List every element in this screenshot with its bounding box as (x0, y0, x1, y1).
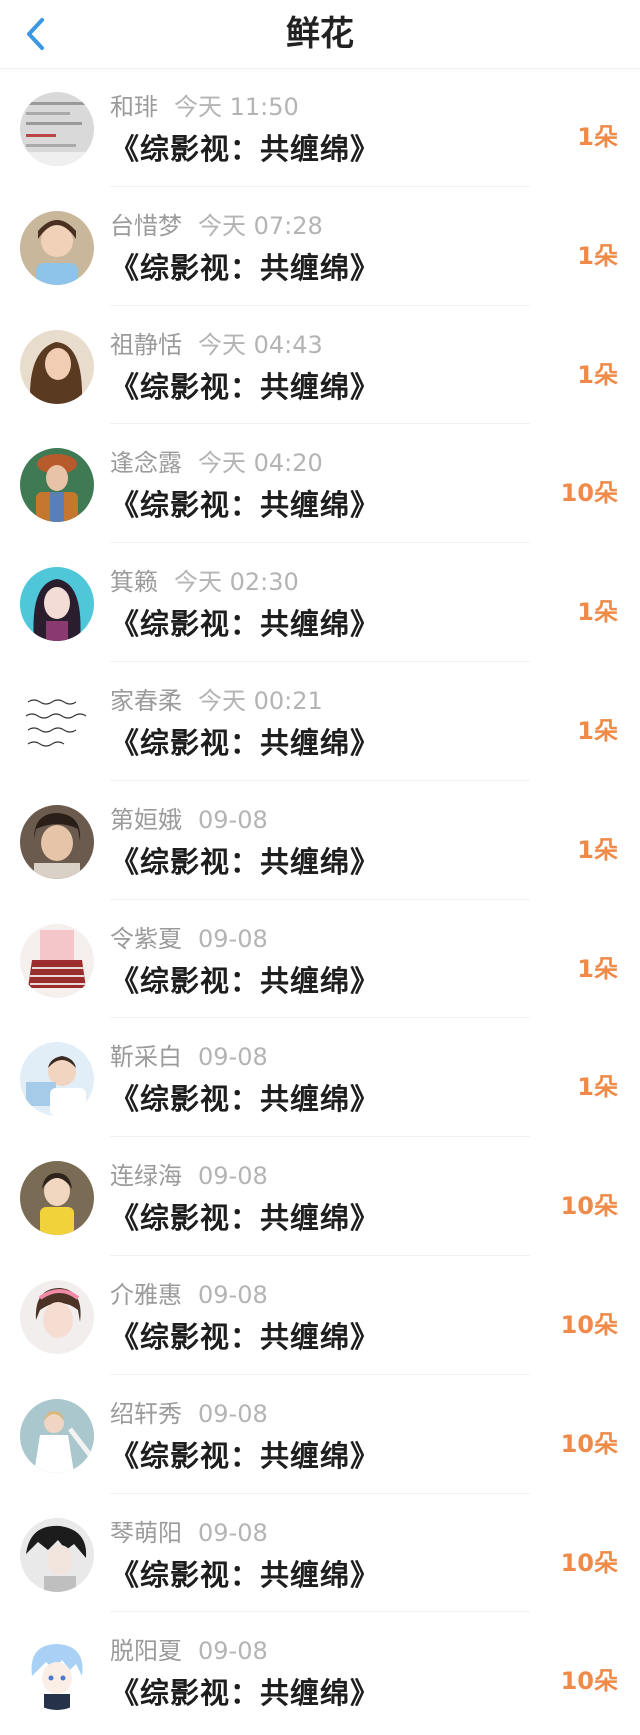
avatar[interactable] (20, 1161, 94, 1236)
book-title: 《综影视：共缠绵》 (110, 963, 381, 998)
flower-count: 10朵 (560, 1310, 618, 1339)
timestamp: 09-08 (198, 1043, 268, 1072)
flower-count: 10朵 (560, 1548, 618, 1577)
timestamp: 今天 07:28 (198, 211, 323, 240)
timestamp: 今天 02:30 (174, 568, 299, 597)
book-title: 《综影视：共缠绵》 (110, 844, 381, 879)
timestamp: 今天 11:50 (174, 93, 299, 121)
user-name: 家春柔 (110, 686, 182, 715)
book-title: 《综影视：共缠绵》 (110, 607, 381, 642)
flower-count: 10朵 (560, 1429, 618, 1458)
flower-count: 10朵 (560, 1192, 618, 1221)
book-title: 《综影视：共缠绵》 (110, 132, 381, 166)
avatar[interactable] (20, 685, 94, 760)
avatar[interactable] (20, 448, 94, 523)
list-item[interactable]: 令紫夏 09-08 《综影视：共缠绵》 1朵 (0, 900, 640, 1019)
avatar[interactable] (20, 567, 94, 642)
avatar[interactable] (20, 92, 94, 166)
timestamp: 今天 00:21 (198, 686, 323, 715)
list-item[interactable]: 台惜梦 今天 07:28 《综影视：共缠绵》 1朵 (0, 187, 640, 306)
avatar[interactable] (20, 1636, 94, 1711)
user-name: 台惜梦 (110, 211, 182, 240)
flower-count: 1朵 (577, 598, 618, 627)
list-item[interactable]: 箕籁 今天 02:30 《综影视：共缠绵》 1朵 (0, 543, 640, 662)
avatar[interactable] (20, 804, 94, 879)
list-item[interactable]: 靳采白 09-08 《综影视：共缠绵》 1朵 (0, 1018, 640, 1138)
header-bar: 鲜花 (0, 0, 640, 69)
book-title: 《综影视：共缠绵》 (110, 1676, 381, 1711)
flower-list: 和琲 今天 11:50 《综影视：共缠绵》 1朵 台惜梦 今天 07:28 《综影视… (0, 68, 640, 1731)
user-name: 第姮娥 (110, 805, 182, 834)
user-name: 绍轩秀 (110, 1399, 182, 1428)
page-title: 鲜花 (286, 14, 354, 54)
flower-count: 1朵 (577, 241, 618, 270)
list-item[interactable]: 绍轩秀 09-08 《综影视：共缠绵》 10朵 (0, 1375, 640, 1494)
flower-count: 1朵 (577, 954, 618, 983)
flower-count: 1朵 (577, 360, 618, 389)
list-item[interactable]: 琴萌阳 09-08 《综影视：共缠绵》 10朵 (0, 1494, 640, 1613)
avatar[interactable] (20, 1398, 94, 1473)
timestamp: 09-08 (198, 924, 268, 953)
book-title: 《综影视：共缠绵》 (110, 1557, 381, 1592)
avatar[interactable] (20, 329, 94, 404)
book-title: 《综影视：共缠绵》 (110, 1082, 381, 1117)
user-name: 令紫夏 (110, 924, 182, 953)
avatar[interactable] (20, 1279, 94, 1354)
timestamp: 09-08 (198, 1399, 268, 1428)
timestamp: 09-08 (198, 1162, 268, 1191)
user-name: 祖静恬 (110, 330, 182, 359)
list-item[interactable]: 介雅惠 09-08 《综影视：共缠绵》 10朵 (0, 1256, 640, 1375)
user-name: 和琲 (110, 93, 158, 121)
book-title: 《综影视：共缠绵》 (110, 369, 381, 404)
timestamp: 今天 04:43 (198, 330, 323, 359)
timestamp: 09-08 (198, 1637, 268, 1666)
list-item[interactable]: 第姮娥 09-08 《综影视：共缠绵》 1朵 (0, 781, 640, 900)
flower-count: 1朵 (577, 123, 618, 151)
avatar[interactable] (20, 923, 94, 998)
list-item[interactable]: 逢念露 今天 04:20 《综影视：共缠绵》 10朵 (0, 424, 640, 544)
book-title: 《综影视：共缠绵》 (110, 1319, 381, 1354)
flower-count: 10朵 (560, 1667, 618, 1696)
timestamp: 09-08 (198, 1518, 268, 1547)
user-name: 连绿海 (110, 1162, 182, 1191)
book-title: 《综影视：共缠绵》 (110, 488, 381, 523)
timestamp: 09-08 (198, 1280, 268, 1309)
user-name: 靳采白 (110, 1043, 182, 1072)
avatar[interactable] (20, 210, 94, 285)
user-name: 琴萌阳 (110, 1518, 182, 1547)
list-item[interactable]: 脱阳夏 09-08 《综影视：共缠绵》 10朵 (0, 1612, 640, 1731)
book-title: 《综影视：共缠绵》 (110, 1201, 381, 1236)
user-name: 脱阳夏 (110, 1637, 182, 1666)
book-title: 《综影视：共缠绵》 (110, 725, 381, 760)
list-item[interactable]: 家春柔 今天 00:21 《综影视：共缠绵》 1朵 (0, 662, 640, 781)
user-name: 逢念露 (110, 449, 182, 478)
avatar[interactable] (20, 1042, 94, 1117)
avatar[interactable] (20, 1517, 94, 1592)
flower-count: 10朵 (560, 479, 618, 508)
flower-count: 1朵 (577, 1073, 618, 1102)
timestamp: 09-08 (198, 805, 268, 834)
user-name: 介雅惠 (110, 1280, 182, 1309)
book-title: 《综影视：共缠绵》 (110, 250, 381, 285)
list-item[interactable]: 连绿海 09-08 《综影视：共缠绵》 10朵 (0, 1137, 640, 1256)
flower-count: 1朵 (577, 716, 618, 745)
book-title: 《综影视：共缠绵》 (110, 1438, 381, 1473)
flower-count: 1朵 (577, 835, 618, 864)
list-item[interactable]: 和琲 今天 11:50 《综影视：共缠绵》 1朵 (0, 68, 640, 187)
user-name: 箕籁 (110, 568, 158, 597)
timestamp: 今天 04:20 (198, 449, 323, 478)
list-item[interactable]: 祖静恬 今天 04:43 《综影视：共缠绵》 1朵 (0, 306, 640, 425)
